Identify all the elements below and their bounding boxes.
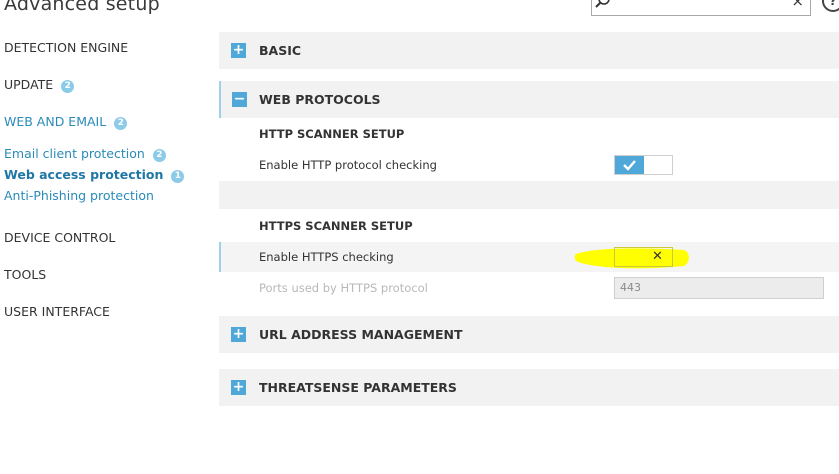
sidebar-item-detection-engine[interactable]: DETECTION ENGINE (4, 40, 128, 55)
expand-icon[interactable]: + (231, 380, 246, 395)
sidebar-item-anti-phishing-protection[interactable]: Anti-Phishing protection (4, 188, 154, 203)
sidebar-item-label: Web access protection (4, 167, 164, 182)
collapse-icon[interactable]: − (232, 92, 247, 107)
toggle-knob (615, 156, 644, 174)
help-icon[interactable]: ? (822, 0, 839, 12)
http-enable-label: Enable HTTP protocol checking (259, 158, 437, 172)
search-icon (595, 0, 610, 8)
section-web-protocols[interactable]: − WEB PROTOCOLS (219, 81, 839, 118)
count-badge: 1 (171, 170, 185, 183)
expand-icon[interactable]: + (231, 327, 246, 342)
section-title: URL ADDRESS MANAGEMENT (259, 327, 463, 342)
https-scanner-header: HTTPS SCANNER SETUP (259, 219, 413, 233)
https-ports-field[interactable]: 443 (614, 277, 824, 299)
sidebar-item-label: USER INTERFACE (4, 304, 110, 319)
https-enable-toggle[interactable]: ✕ (614, 247, 673, 267)
sidebar-item-tools[interactable]: TOOLS (4, 267, 46, 282)
sidebar-item-user-interface[interactable]: USER INTERFACE (4, 304, 110, 319)
http-enable-toggle[interactable] (614, 155, 673, 175)
clear-search-icon[interactable]: × (791, 0, 804, 10)
count-badge: 2 (114, 117, 128, 130)
section-title: THREATSENSE PARAMETERS (259, 380, 457, 395)
section-basic[interactable]: + BASIC (219, 32, 839, 69)
sidebar-item-email-client-protection[interactable]: Email client protection 2 (4, 146, 166, 162)
section-title: WEB PROTOCOLS (259, 92, 381, 107)
spacer-row (219, 181, 839, 209)
sidebar-item-label: DEVICE CONTROL (4, 230, 116, 245)
https-enable-label: Enable HTTPS checking (259, 250, 394, 264)
sidebar-item-label: Email client protection (4, 146, 145, 161)
expand-icon[interactable]: + (231, 43, 246, 58)
close-icon: ✕ (652, 249, 663, 264)
section-threatsense-parameters[interactable]: + THREATSENSE PARAMETERS (219, 369, 839, 406)
count-badge: 2 (152, 149, 166, 162)
sidebar-item-web-and-email[interactable]: WEB AND EMAIL 2 (4, 114, 128, 130)
check-icon (623, 160, 636, 171)
count-badge: 2 (61, 80, 75, 93)
section-url-address-management[interactable]: + URL ADDRESS MANAGEMENT (219, 316, 839, 353)
sidebar-item-label: Anti-Phishing protection (4, 188, 154, 203)
sidebar-item-label: WEB AND EMAIL (4, 114, 107, 129)
sidebar-item-label: DETECTION ENGINE (4, 40, 129, 55)
sidebar-item-web-access-protection[interactable]: Web access protection 1 (4, 167, 185, 183)
sidebar-item-update[interactable]: UPDATE 2 (4, 77, 75, 93)
sidebar-item-label: UPDATE (4, 77, 54, 92)
window-title: Advanced setup (4, 0, 160, 15)
http-scanner-header: HTTP SCANNER SETUP (259, 127, 405, 141)
search-input[interactable]: × (591, 0, 811, 16)
https-ports-label: Ports used by HTTPS protocol (259, 281, 428, 295)
section-title: BASIC (259, 43, 302, 58)
sidebar-item-label: TOOLS (4, 267, 47, 282)
sidebar-item-device-control[interactable]: DEVICE CONTROL (4, 230, 115, 245)
